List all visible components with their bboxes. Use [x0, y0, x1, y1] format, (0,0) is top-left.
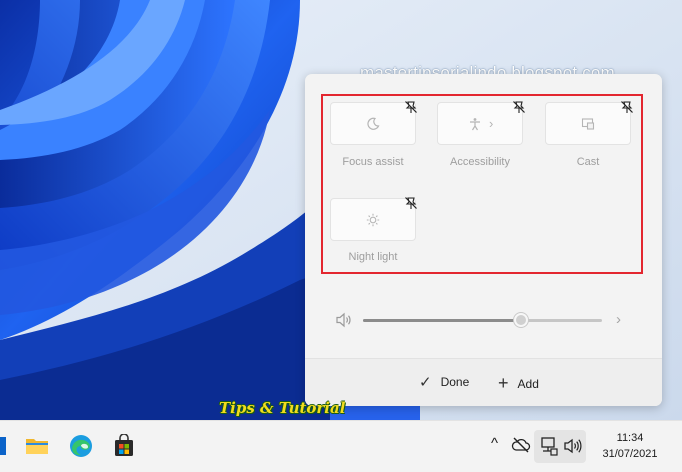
quick-settings-panel: Focus assist › Accessibility Cast Night … [305, 74, 662, 406]
speaker-icon[interactable] [335, 311, 353, 329]
volume-slider-thumb[interactable] [513, 313, 528, 327]
checkmark-icon: ✓ [419, 374, 432, 391]
volume-slider-fill [363, 319, 521, 322]
onedrive-offline-icon[interactable] [511, 435, 531, 455]
plus-icon: + [498, 373, 509, 393]
add-button[interactable]: + Add [498, 373, 539, 394]
volume-more-chevron-icon[interactable]: › [616, 311, 621, 328]
volume-row: › [335, 309, 635, 331]
file-explorer-icon[interactable] [25, 434, 49, 458]
done-button[interactable]: ✓ Done [419, 373, 469, 391]
highlight-annotation-box [321, 94, 643, 274]
task-view-icon[interactable] [0, 437, 6, 455]
microsoft-store-icon[interactable] [112, 434, 136, 458]
show-hidden-icons-chevron[interactable]: ^ [491, 435, 498, 452]
network-ethernet-icon[interactable] [539, 436, 559, 456]
taskbar: ^ 11:34 31/07/2021 [0, 420, 682, 472]
volume-slider[interactable] [363, 313, 602, 327]
done-button-label: Done [440, 375, 470, 389]
panel-footer: ✓ Done + Add [305, 358, 662, 406]
edge-browser-icon[interactable] [69, 434, 93, 458]
clock-time: 11:34 [616, 432, 644, 444]
clock-date: 31/07/2021 [602, 448, 658, 460]
volume-icon[interactable] [563, 436, 583, 456]
add-button-label: Add [517, 376, 539, 391]
clock[interactable]: 11:34 31/07/2021 [598, 430, 662, 462]
tips-tutorial-overlay-text: Tips & Tutorial [219, 399, 346, 417]
